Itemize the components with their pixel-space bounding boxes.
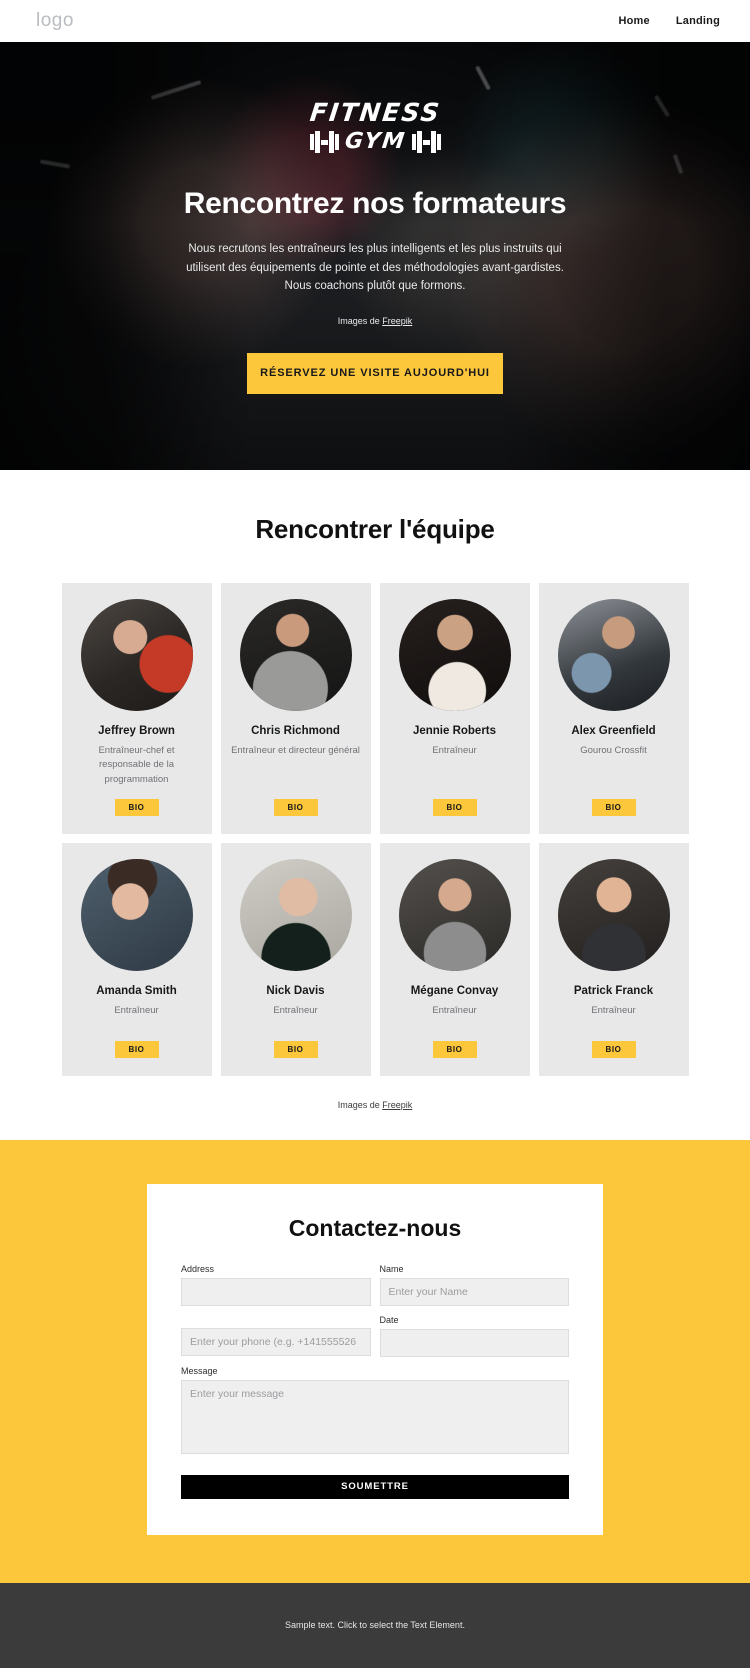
brand-name-line-2: GYM (343, 129, 408, 154)
team-member-card[interactable]: Chris Richmond Entraîneur et directeur g… (220, 583, 371, 834)
team-credit-prefix: Images de (337, 1099, 383, 1110)
team-section-title: Rencontrer l'équipe (255, 514, 495, 544)
member-name: Jeffrey Brown (98, 725, 175, 737)
date-label: Date (379, 1314, 399, 1325)
phone-field-group (181, 1315, 371, 1357)
team-member-card[interactable]: Amanda Smith Entraîneur BIO (61, 842, 212, 1076)
main-navigation: Home Landing (618, 15, 720, 27)
avatar (80, 858, 193, 971)
submit-button[interactable]: SOUMETTRE (181, 1474, 569, 1499)
member-name: Chris Richmond (251, 725, 340, 737)
contact-section: Contactez-nous Address Name Date Message (0, 1139, 750, 1583)
site-logo[interactable]: logo (36, 10, 74, 32)
hero-section: FITNESS GYM Rencontrez nos formateurs No… (0, 42, 750, 470)
bio-button[interactable]: BIO (432, 798, 477, 816)
team-credit-link[interactable]: Freepik (382, 1100, 412, 1110)
team-member-card[interactable]: Nick Davis Entraîneur BIO (220, 842, 371, 1076)
avatar (239, 599, 352, 711)
member-role: Gourou Crossfit (580, 745, 647, 756)
hero-credit-link[interactable]: Freepik (382, 316, 412, 326)
address-label: Address (181, 1263, 215, 1274)
member-name: Amanda Smith (96, 984, 177, 997)
team-member-card[interactable]: Alex Greenfield Gourou Crossfit BIO (538, 583, 689, 834)
phone-input[interactable] (181, 1327, 371, 1356)
team-grid: Jeffrey Brown Entraîneur-chef et respons… (0, 583, 750, 1076)
nav-item-home[interactable]: Home (618, 15, 649, 27)
name-input[interactable] (379, 1277, 569, 1306)
book-visit-button[interactable]: RÉSERVEZ UNE VISITE AUJOURD'HUI (247, 352, 503, 394)
date-field-group: Date (379, 1314, 569, 1357)
name-label: Name (379, 1263, 404, 1274)
bio-button[interactable]: BIO (591, 1040, 636, 1058)
avatar (398, 858, 511, 971)
barbell-icon-right (411, 131, 441, 153)
footer-text: Sample text. Click to select the Text El… (285, 1620, 465, 1631)
bio-button[interactable]: BIO (114, 1040, 159, 1058)
site-header: logo Home Landing (0, 0, 750, 42)
avatar (239, 858, 352, 971)
contact-form-card: Contactez-nous Address Name Date Message (147, 1183, 603, 1535)
team-member-card[interactable]: Jeffrey Brown Entraîneur-chef et respons… (61, 583, 212, 834)
address-field-group: Address (181, 1264, 371, 1306)
avatar (398, 599, 511, 711)
bio-button[interactable]: BIO (273, 1040, 318, 1058)
member-role: Entraîneur (432, 1004, 477, 1016)
fitness-gym-logo: FITNESS GYM (307, 98, 443, 154)
message-label: Message (181, 1365, 218, 1376)
avatar (557, 599, 670, 711)
team-member-card[interactable]: Mégane Convay Entraîneur BIO (379, 842, 530, 1076)
site-footer: Sample text. Click to select the Text El… (0, 1582, 750, 1668)
member-name: Nick Davis (266, 984, 325, 997)
member-role: Entraîneur (114, 1004, 159, 1016)
message-field-group: Message (181, 1366, 569, 1459)
hero-title: Rencontrez nos formateurs (183, 187, 567, 220)
member-role: Entraîneur (273, 1004, 318, 1016)
hero-image-credit: Images de Freepik (0, 316, 750, 326)
team-member-card[interactable]: Patrick Franck Entraîneur BIO (538, 842, 689, 1076)
hero-credit-prefix: Images de (337, 315, 383, 326)
hero-content: FITNESS GYM Rencontrez nos formateurs No… (0, 42, 750, 394)
hero-subtitle: Nous recrutons les entraîneurs les plus … (186, 243, 564, 293)
contact-form: Address Name Date Message SOUMETTRE (181, 1264, 569, 1499)
avatar (557, 858, 670, 971)
brand-name-line-1: FITNESS (307, 98, 443, 127)
message-textarea[interactable] (181, 1379, 569, 1454)
submit-row: SOUMETTRE (181, 1468, 569, 1499)
bio-button[interactable]: BIO (114, 798, 159, 816)
team-section: Rencontrer l'équipe Jeffrey Brown Entraî… (0, 470, 750, 1140)
address-input[interactable] (181, 1277, 371, 1306)
team-image-credit: Images de Freepik (0, 1100, 750, 1110)
phone-label-spacer (181, 1315, 371, 1328)
contact-title: Contactez-nous (288, 1214, 462, 1241)
member-role: Entraîneur et directeur général (231, 745, 360, 756)
nav-item-landing[interactable]: Landing (676, 15, 720, 27)
member-name: Mégane Convay (410, 984, 499, 997)
bio-button[interactable]: BIO (591, 798, 636, 816)
barbell-icon-left (309, 131, 339, 153)
member-name: Jennie Roberts (412, 725, 497, 737)
name-field-group: Name (379, 1263, 569, 1306)
member-name: Patrick Franck (573, 984, 654, 997)
team-member-card[interactable]: Jennie Roberts Entraîneur BIO (379, 583, 530, 834)
member-role: Entraîneur (432, 745, 477, 756)
date-input[interactable] (379, 1328, 569, 1357)
member-role: Entraîneur-chef et responsable de la pro… (98, 745, 175, 785)
member-role: Entraîneur (591, 1004, 636, 1016)
member-name: Alex Greenfield (571, 725, 656, 737)
avatar (80, 599, 193, 711)
bio-button[interactable]: BIO (432, 1040, 477, 1058)
brand-name-line-2-row: GYM (309, 129, 441, 154)
bio-button[interactable]: BIO (273, 798, 318, 816)
